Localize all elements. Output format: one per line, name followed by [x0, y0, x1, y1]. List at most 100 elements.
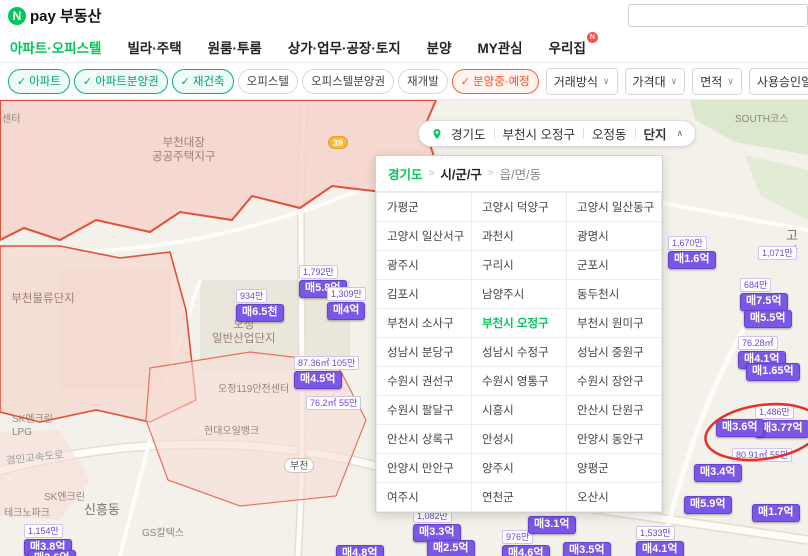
- price-marker[interactable]: 934만 매6.5천: [236, 289, 284, 322]
- price-marker[interactable]: 매2.6억: [28, 550, 76, 556]
- region-cell-안성시[interactable]: 안성시: [471, 424, 567, 454]
- dropdown-label: 면적: [700, 74, 723, 89]
- filter-chip-재개발[interactable]: 재개발: [398, 68, 448, 94]
- region-cell-양주시[interactable]: 양주시: [471, 453, 567, 483]
- region-cell-성남시 수정구[interactable]: 성남시 수정구: [471, 337, 567, 367]
- loc-dong[interactable]: 오정동: [592, 124, 627, 143]
- table-row: 여주시 연천군 오산시: [376, 482, 662, 512]
- region-cell-동두천시[interactable]: 동두천시: [566, 279, 662, 309]
- filter-chip-오피스텔[interactable]: 오피스텔: [237, 68, 298, 94]
- chevron-down-icon: ∨: [727, 75, 734, 86]
- filter-chip-아파트[interactable]: ✓ 아파트: [8, 68, 70, 94]
- table-row: 고양시 일산서구 과천시 광명시: [376, 221, 662, 251]
- chevron-right-icon: >: [487, 168, 494, 179]
- region-cell-안산시 상록구[interactable]: 안산시 상록구: [376, 424, 472, 454]
- filter-dropdown-가격대[interactable]: 가격대 ∨: [624, 67, 686, 95]
- npay-logo[interactable]: N pay 부동산: [8, 5, 101, 26]
- chip-label: 오피스텔: [246, 76, 289, 88]
- filter-chip-재건축[interactable]: ✓ 재건축: [171, 68, 234, 94]
- region-cell-양평군[interactable]: 양평군: [566, 453, 662, 483]
- price-marker[interactable]: 매2.5억: [427, 540, 475, 556]
- loc-complex[interactable]: 단지: [644, 124, 667, 143]
- nav-tab-상가·업무·공장·토지[interactable]: 상가·업무·공장·토지: [288, 37, 401, 57]
- filter-chip-분양중·예정[interactable]: ✓ 분양중·예정: [451, 68, 539, 94]
- region-cell-수원시 팔달구[interactable]: 수원시 팔달구: [376, 395, 472, 425]
- loc-province[interactable]: 경기도: [451, 124, 486, 143]
- region-cell-고양시 일산서구[interactable]: 고양시 일산서구: [376, 221, 472, 251]
- region-cell-부천시 오정구[interactable]: 부천시 오정구: [471, 308, 567, 338]
- region-cell-부천시 원미구[interactable]: 부천시 원미구: [566, 308, 662, 338]
- region-cell-고양시 일산동구[interactable]: 고양시 일산동구: [566, 192, 662, 222]
- price-marker[interactable]: 매3.1억: [528, 516, 576, 534]
- region-cell-구리시[interactable]: 구리시: [471, 250, 567, 280]
- filter-chip-아파트분양권[interactable]: ✓ 아파트분양권: [73, 68, 168, 94]
- price-marker[interactable]: 87.36㎡ 105만 매4.5억: [294, 356, 360, 389]
- region-cell-여주시[interactable]: 여주시: [376, 482, 472, 512]
- region-select-panel: 경기도 > 시/군/구 > 읍/면/동 가평군 고양시 덕양구 고양시 일산동구 고양…: [375, 155, 663, 513]
- price-marker[interactable]: 684만 매7.5억: [740, 278, 788, 311]
- loc-city[interactable]: 부천시 오정구: [503, 124, 575, 143]
- marker-price-label: 매4.8억: [336, 545, 384, 556]
- nav-tab-분양[interactable]: 분양: [427, 37, 452, 57]
- divider: [634, 128, 636, 139]
- region-cell-광명시[interactable]: 광명시: [566, 221, 662, 251]
- region-cell-안양시 만안구[interactable]: 안양시 만안구: [376, 453, 472, 483]
- nav-tab-MY관심[interactable]: MY관심: [478, 37, 523, 57]
- filter-dropdown-거래방식[interactable]: 거래방식 ∨: [545, 67, 618, 95]
- region-cell-부천시 소사구[interactable]: 부천시 소사구: [376, 308, 472, 338]
- crumb-sigungu[interactable]: 시/군/구: [440, 164, 481, 183]
- location-breadcrumb-pill[interactable]: 경기도 부천시 오정구 오정동 단지 ∧: [418, 120, 697, 147]
- region-cell-수원시 영통구[interactable]: 수원시 영통구: [471, 366, 567, 396]
- map-label-SK엔크린: SK엔크린: [44, 492, 85, 503]
- region-cell-과천시[interactable]: 과천시: [471, 221, 567, 251]
- filter-dropdown-사용승인일[interactable]: 사용승인일∨: [748, 67, 808, 95]
- region-cell-성남시 중원구[interactable]: 성남시 중원구: [566, 337, 662, 367]
- marker-price-label: 매2.5억: [427, 540, 475, 556]
- price-marker[interactable]: 76.2㎡ 55만: [306, 396, 362, 411]
- table-row: 안양시 만안구 양주시 양평군: [376, 453, 662, 483]
- price-marker[interactable]: 1,670만 매1.6억: [668, 236, 716, 269]
- price-marker[interactable]: 매3.5억: [563, 542, 611, 556]
- region-cell-군포시[interactable]: 군포시: [566, 250, 662, 280]
- region-cell-연천군[interactable]: 연천군: [471, 482, 567, 512]
- marker-price-label: 매1.6억: [668, 251, 716, 269]
- region-cell-수원시 권선구[interactable]: 수원시 권선구: [376, 366, 472, 396]
- marker-sub-label: 934만: [236, 289, 268, 303]
- region-cell-수원시 장안구[interactable]: 수원시 장안구: [566, 366, 662, 396]
- region-cell-김포시[interactable]: 김포시: [376, 279, 472, 309]
- region-cell-가평군[interactable]: 가평군: [376, 192, 472, 222]
- price-marker[interactable]: 매3.6억: [716, 419, 764, 437]
- price-marker[interactable]: 매3.4억: [694, 464, 742, 482]
- price-marker[interactable]: 매5.9억: [684, 496, 732, 514]
- marker-sub-label: 1,670만: [668, 236, 707, 250]
- price-marker[interactable]: 1,082만 매3.3억: [413, 509, 461, 542]
- price-marker[interactable]: 매5.5억: [744, 310, 792, 328]
- region-cell-오산시[interactable]: 오산시: [566, 482, 662, 512]
- price-marker[interactable]: 80.91㎡ 55만: [732, 448, 793, 463]
- price-marker[interactable]: 매1.65억: [746, 363, 800, 381]
- nav-tab-아파트·오피스텔[interactable]: 아파트·오피스텔: [10, 37, 101, 57]
- nav-tab-빌라·주택[interactable]: 빌라·주택: [127, 37, 181, 57]
- table-row: 가평군 고양시 덕양구 고양시 일산동구: [376, 192, 662, 222]
- crumb-dong[interactable]: 읍/면/동: [500, 164, 541, 183]
- nav-tab-원룸·투룸[interactable]: 원룸·투룸: [208, 37, 262, 57]
- chevron-up-icon[interactable]: ∧: [677, 128, 684, 139]
- region-cell-고양시 덕양구[interactable]: 고양시 덕양구: [471, 192, 567, 222]
- price-marker[interactable]: 1,071만: [758, 246, 797, 261]
- price-marker[interactable]: 1,533만 매4.1억: [636, 526, 684, 556]
- map-canvas[interactable]: 센터부천대장 공공주택지구SOUTH코스고강부천물류단지오정 일반산업단지오정1…: [0, 100, 808, 556]
- crumb-province[interactable]: 경기도: [388, 164, 423, 183]
- price-marker[interactable]: 매1.7억: [752, 504, 800, 522]
- filter-chip-오피스텔분양권[interactable]: 오피스텔분양권: [301, 68, 395, 94]
- region-cell-안양시 동안구[interactable]: 안양시 동안구: [566, 424, 662, 454]
- filter-dropdown-면적[interactable]: 면적 ∨: [692, 67, 742, 95]
- region-cell-성남시 분당구[interactable]: 성남시 분당구: [376, 337, 472, 367]
- region-cell-남양주시[interactable]: 남양주시: [471, 279, 567, 309]
- price-marker[interactable]: 매4.8억: [336, 545, 384, 556]
- price-marker[interactable]: 1,309만 매4억: [327, 287, 366, 320]
- search-input[interactable]: [628, 4, 808, 27]
- region-cell-시흥시[interactable]: 시흥시: [471, 395, 567, 425]
- nav-tab-우리집[interactable]: 우리집 N: [549, 31, 598, 57]
- region-cell-광주시[interactable]: 광주시: [376, 250, 472, 280]
- region-cell-안산시 단원구[interactable]: 안산시 단원구: [566, 395, 662, 425]
